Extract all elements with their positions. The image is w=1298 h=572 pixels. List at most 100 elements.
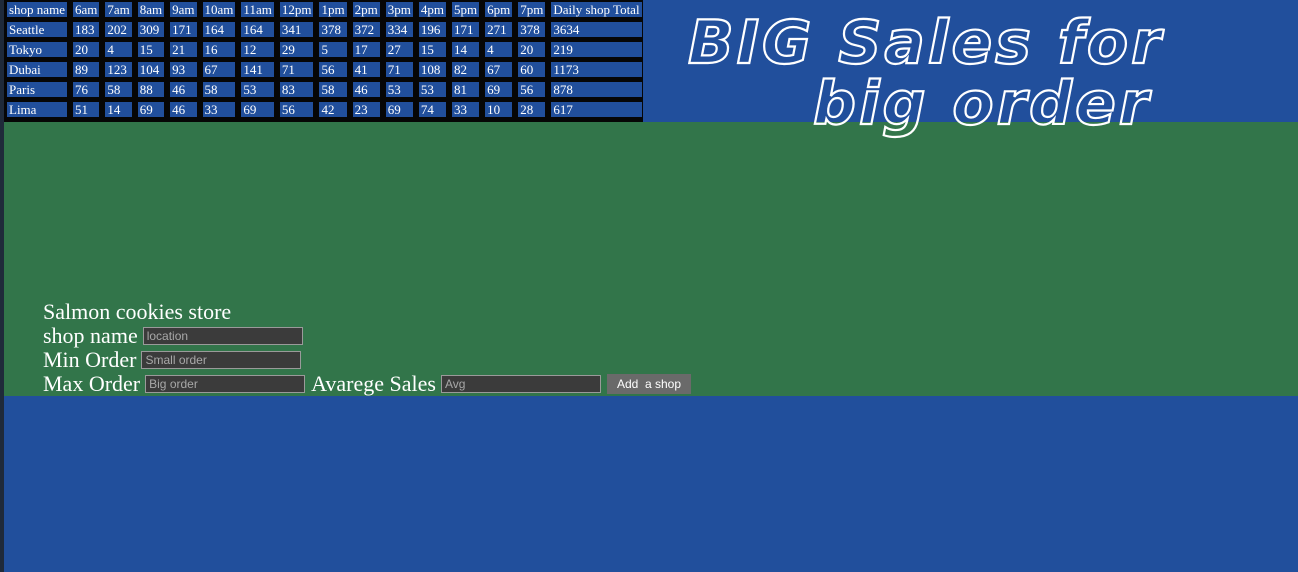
average-sales-label: Avarege Sales bbox=[311, 371, 436, 396]
sales-cell: 28 bbox=[518, 102, 546, 117]
sales-cell: 53 bbox=[418, 82, 446, 97]
sales-cell: 53 bbox=[241, 82, 274, 97]
column-header: 6am bbox=[72, 2, 100, 17]
sales-cell: 104 bbox=[137, 62, 165, 77]
sales-cell: 12 bbox=[241, 42, 274, 57]
shop-name-label: shop name bbox=[43, 323, 138, 348]
sales-cell: 341 bbox=[279, 22, 314, 37]
form-title: Salmon cookies store bbox=[43, 299, 232, 324]
column-header: 7am bbox=[105, 2, 132, 17]
sales-cell: 21 bbox=[170, 42, 197, 57]
sales-cell: 82 bbox=[451, 62, 480, 77]
add-shop-form: Salmon cookies store shop name Min Order… bbox=[43, 300, 692, 396]
sales-cell: 23 bbox=[352, 102, 380, 117]
sales-cell: 617 bbox=[551, 102, 642, 117]
sales-cell: 29 bbox=[279, 42, 314, 57]
sales-cell: 372 bbox=[352, 22, 380, 37]
sales-cell: 141 bbox=[241, 62, 274, 77]
column-header: 5pm bbox=[451, 2, 480, 17]
table-row: Seattle 183 202 309 171 164 164 341 378 372 334 196… bbox=[7, 22, 642, 37]
table-row: Tokyo 20 4 15 21 16 12 29 5 17 27 15 14 4 20 219 bbox=[7, 42, 642, 57]
sales-cell: 164 bbox=[241, 22, 274, 37]
sales-cell: 56 bbox=[279, 102, 314, 117]
sales-cell: 33 bbox=[451, 102, 480, 117]
sales-cell: 15 bbox=[418, 42, 446, 57]
table-header-row: shop name 6am 7am 8am 9am 10am 11am 12pm 1pm 2pm 3… bbox=[7, 2, 642, 17]
sales-cell: 14 bbox=[105, 102, 132, 117]
sales-cell: 83 bbox=[279, 82, 314, 97]
sales-cell: 67 bbox=[202, 62, 236, 77]
column-header: 3pm bbox=[385, 2, 413, 17]
table-row: Paris 76 58 88 46 58 53 83 58 46 53 53 81 69 56 878 bbox=[7, 82, 642, 97]
sales-cell: 42 bbox=[319, 102, 347, 117]
sales-cell: 56 bbox=[518, 82, 546, 97]
sales-cell: 74 bbox=[418, 102, 446, 117]
table-row: Dubai 89 123 104 93 67 141 71 56 41 71 108 82 67 60 117… bbox=[7, 62, 642, 77]
sales-table-container: shop name 6am 7am 8am 9am 10am 11am 12pm 1pm 2pm 3… bbox=[4, 0, 643, 137]
sales-cell: 46 bbox=[170, 102, 197, 117]
column-header: 11am bbox=[241, 2, 274, 17]
sales-cell: 71 bbox=[385, 62, 413, 77]
sales-cell: 4 bbox=[105, 42, 132, 57]
sales-cell: 16 bbox=[202, 42, 236, 57]
column-header: 10am bbox=[202, 2, 236, 17]
sales-cell: 378 bbox=[518, 22, 546, 37]
sales-cell: 67 bbox=[485, 62, 513, 77]
sales-cell: 71 bbox=[279, 62, 314, 77]
sales-cell: 878 bbox=[551, 82, 642, 97]
column-header: 1pm bbox=[319, 2, 347, 17]
sales-cell: 93 bbox=[170, 62, 197, 77]
sales-cell: 46 bbox=[352, 82, 380, 97]
sales-cell: 58 bbox=[202, 82, 236, 97]
sales-cell: 60 bbox=[518, 62, 546, 77]
sales-cell: 17 bbox=[352, 42, 380, 57]
sales-cell: 27 bbox=[385, 42, 413, 57]
sales-cell: 76 bbox=[72, 82, 100, 97]
column-header: 2pm bbox=[352, 2, 380, 17]
sales-cell: 309 bbox=[137, 22, 165, 37]
sales-cell: 271 bbox=[485, 22, 513, 37]
column-header: 4pm bbox=[418, 2, 446, 17]
sales-cell: 123 bbox=[105, 62, 132, 77]
sales-cell: 56 bbox=[319, 62, 347, 77]
max-order-input[interactable] bbox=[145, 375, 306, 393]
sales-cell: 33 bbox=[202, 102, 236, 117]
average-sales-input[interactable] bbox=[440, 375, 601, 393]
sales-cell: 108 bbox=[418, 62, 446, 77]
sales-cell: 14 bbox=[451, 42, 480, 57]
sales-cell: 378 bbox=[319, 22, 347, 37]
shop-name-cell: Dubai bbox=[7, 62, 67, 77]
sales-cell: 1173 bbox=[551, 62, 642, 77]
shop-name-row: shop name bbox=[43, 324, 691, 348]
sales-cell: 334 bbox=[385, 22, 413, 37]
sales-cell: 41 bbox=[352, 62, 380, 77]
sales-cell: 171 bbox=[451, 22, 480, 37]
sales-cell: 3634 bbox=[551, 22, 642, 37]
sales-cell: 69 bbox=[137, 102, 165, 117]
sales-cell: 69 bbox=[241, 102, 274, 117]
add-shop-button[interactable]: Add a shop bbox=[606, 374, 692, 394]
sales-cell: 196 bbox=[418, 22, 446, 37]
table-row: Lima 51 14 69 46 33 69 56 42 23 69 74 33 10 28 617 bbox=[7, 102, 642, 117]
min-order-label: Min Order bbox=[43, 347, 137, 372]
column-header: 7pm bbox=[518, 2, 546, 17]
min-order-input[interactable] bbox=[141, 351, 302, 369]
max-order-row: Max Order Avarege Sales Add a shop bbox=[43, 371, 692, 396]
sales-cell: 88 bbox=[137, 82, 165, 97]
sales-cell: 4 bbox=[485, 42, 513, 57]
sales-cell: 20 bbox=[72, 42, 100, 57]
column-header: Daily shop Total bbox=[551, 2, 642, 17]
column-header: 8am bbox=[137, 2, 165, 17]
shop-name-cell: Paris bbox=[7, 82, 67, 97]
shop-name-input[interactable] bbox=[142, 327, 303, 345]
sales-cell: 53 bbox=[385, 82, 413, 97]
sales-cell: 10 bbox=[485, 102, 513, 117]
sales-cell: 164 bbox=[202, 22, 236, 37]
sales-cell: 202 bbox=[105, 22, 132, 37]
sales-cell: 58 bbox=[319, 82, 347, 97]
sales-cell: 46 bbox=[170, 82, 197, 97]
form-title-row: Salmon cookies store bbox=[43, 300, 691, 324]
sales-table: shop name 6am 7am 8am 9am 10am 11am 12pm 1pm 2pm 3… bbox=[1, 0, 648, 142]
max-order-label: Max Order bbox=[43, 371, 141, 396]
sales-cell: 219 bbox=[551, 42, 642, 57]
